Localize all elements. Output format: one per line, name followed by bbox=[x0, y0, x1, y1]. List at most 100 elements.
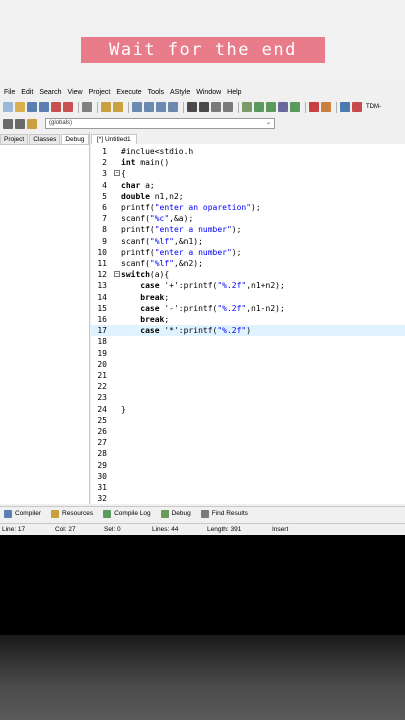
save-all-icon[interactable] bbox=[39, 102, 49, 112]
left-panel: Project Classes Debug bbox=[0, 132, 90, 504]
compiler-select[interactable]: TDM- bbox=[366, 104, 381, 110]
find-next-icon[interactable] bbox=[156, 102, 166, 112]
code-line[interactable]: 28 bbox=[91, 448, 405, 459]
code-line[interactable]: 7 scanf("%c",&a); bbox=[91, 213, 405, 224]
code-line[interactable]: 19 bbox=[91, 348, 405, 359]
tab-classes[interactable]: Classes bbox=[29, 134, 61, 144]
redo-icon[interactable] bbox=[113, 102, 123, 112]
code-line[interactable]: 27 bbox=[91, 437, 405, 448]
unindent-icon[interactable] bbox=[15, 118, 25, 129]
menu-search[interactable]: Search bbox=[39, 89, 61, 96]
code-line[interactable]: 20 bbox=[91, 359, 405, 370]
code-editor[interactable]: 1 #inclue<stdio.h 2 int main() 3−{4 char a; 5 d… bbox=[91, 144, 405, 504]
line-number: 25 bbox=[97, 415, 107, 425]
code-line[interactable]: 5 double n1,n2; bbox=[91, 191, 405, 202]
print-icon[interactable] bbox=[82, 102, 92, 112]
line-number: 29 bbox=[97, 460, 107, 470]
code-line[interactable]: 32 bbox=[91, 493, 405, 504]
save-icon[interactable] bbox=[27, 102, 37, 112]
replace-icon[interactable] bbox=[144, 102, 154, 112]
left-panel-tabs: Project Classes Debug bbox=[0, 132, 89, 144]
code-text: break; bbox=[140, 315, 170, 324]
debug-check-icon bbox=[160, 509, 169, 518]
tab-compile-log[interactable]: Compile Log bbox=[103, 509, 151, 518]
code-line[interactable]: 2 int main() bbox=[91, 157, 405, 168]
menu-astyle[interactable]: AStyle bbox=[170, 89, 190, 96]
code-line[interactable]: 14 break; bbox=[91, 292, 405, 303]
code-line[interactable]: 31 bbox=[91, 482, 405, 493]
check-icon[interactable] bbox=[290, 102, 300, 112]
goto-icon[interactable] bbox=[168, 102, 178, 112]
code-line[interactable]: 26 bbox=[91, 426, 405, 437]
open-file-icon[interactable] bbox=[15, 102, 25, 112]
tab-compiler[interactable]: Compiler bbox=[4, 509, 41, 518]
tab-resources[interactable]: Resources bbox=[51, 509, 93, 518]
code-line[interactable]: 18 bbox=[91, 336, 405, 347]
code-line[interactable]: 9 scanf("%lf",&n1); bbox=[91, 236, 405, 247]
code-line[interactable]: 4 char a; bbox=[91, 180, 405, 191]
code-line[interactable]: 3−{ bbox=[91, 168, 405, 179]
stop-icon[interactable] bbox=[309, 102, 319, 112]
main-toolbar: TDM- bbox=[0, 99, 405, 115]
new-file-icon[interactable] bbox=[3, 102, 13, 112]
fold-toggle-icon[interactable]: − bbox=[114, 170, 120, 177]
fold-toggle-icon[interactable]: − bbox=[114, 271, 120, 278]
code-line[interactable]: 1 #inclue<stdio.h bbox=[91, 146, 405, 157]
menu-file[interactable]: File bbox=[4, 89, 15, 96]
close-all-icon[interactable] bbox=[63, 102, 73, 112]
indent-icon[interactable] bbox=[3, 118, 13, 129]
tab-project[interactable]: Project bbox=[0, 134, 29, 144]
rebuild-icon[interactable] bbox=[278, 102, 288, 112]
bookmark-icon[interactable] bbox=[27, 118, 37, 129]
tab-debug-bottom[interactable]: Debug bbox=[160, 509, 191, 518]
code-line[interactable]: 23 bbox=[91, 392, 405, 403]
menu-edit[interactable]: Edit bbox=[21, 89, 33, 96]
run-icon[interactable] bbox=[254, 102, 264, 112]
tab-untitled1[interactable]: [*] Untitled1 bbox=[91, 134, 137, 144]
code-line[interactable]: 21 bbox=[91, 370, 405, 381]
code-line[interactable]: 8 printf("enter a number"); bbox=[91, 224, 405, 235]
line-number: 1 bbox=[102, 147, 107, 156]
menu-execute[interactable]: Execute bbox=[116, 89, 141, 96]
profile-icon[interactable] bbox=[352, 102, 362, 112]
code-line[interactable]: 10 printf("enter a number"); bbox=[91, 247, 405, 258]
menu-tools[interactable]: Tools bbox=[148, 89, 164, 96]
code-line[interactable]: 22 bbox=[91, 381, 405, 392]
back-icon[interactable] bbox=[187, 102, 197, 112]
code-text: #inclue<stdio.h bbox=[121, 147, 194, 156]
find-icon[interactable] bbox=[132, 102, 142, 112]
code-line[interactable]: 16 break; bbox=[91, 314, 405, 325]
menu-window[interactable]: Window bbox=[196, 89, 221, 96]
tab-compile-log-label: Compile Log bbox=[114, 510, 151, 517]
toggle-icon[interactable] bbox=[211, 102, 221, 112]
line-number: 7 bbox=[102, 214, 107, 224]
code-line[interactable]: 17 case '*':printf("%.2f") bbox=[91, 325, 405, 337]
forward-icon[interactable] bbox=[199, 102, 209, 112]
code-text: case '-':printf("%.2f",n1-n2); bbox=[140, 303, 285, 313]
line-number: 6 bbox=[102, 203, 107, 212]
debug-icon[interactable] bbox=[321, 102, 331, 112]
menu-view[interactable]: View bbox=[68, 89, 83, 96]
code-line[interactable]: 30 bbox=[91, 471, 405, 482]
code-line[interactable]: 24} bbox=[91, 404, 405, 415]
close-file-icon[interactable] bbox=[51, 102, 61, 112]
code-line[interactable]: 11 scanf("%lf",&n2); bbox=[91, 258, 405, 269]
scope-select[interactable]: (globals) ⌄ bbox=[45, 118, 275, 129]
compile-icon[interactable] bbox=[242, 102, 252, 112]
undo-icon[interactable] bbox=[101, 102, 111, 112]
menu-help[interactable]: Help bbox=[227, 89, 241, 96]
line-number: 2 bbox=[102, 158, 107, 168]
chart-icon[interactable] bbox=[340, 102, 350, 112]
code-line[interactable]: 12− switch(a){ bbox=[91, 269, 405, 280]
code-line[interactable]: 25 bbox=[91, 415, 405, 426]
toolbar-divider bbox=[336, 101, 337, 113]
code-line[interactable]: 29 bbox=[91, 460, 405, 471]
shield-icon[interactable] bbox=[223, 102, 233, 112]
tab-debug[interactable]: Debug bbox=[61, 134, 89, 144]
code-line[interactable]: 6 printf("enter an oparetion"); bbox=[91, 202, 405, 213]
compile-run-icon[interactable] bbox=[266, 102, 276, 112]
menu-project[interactable]: Project bbox=[89, 89, 111, 96]
code-line[interactable]: 13 case '+':printf("%.2f",n1+n2); bbox=[91, 280, 405, 291]
tab-find-results[interactable]: Find Results bbox=[200, 509, 248, 518]
code-line[interactable]: 15 case '-':printf("%.2f",n1-n2); bbox=[91, 303, 405, 314]
